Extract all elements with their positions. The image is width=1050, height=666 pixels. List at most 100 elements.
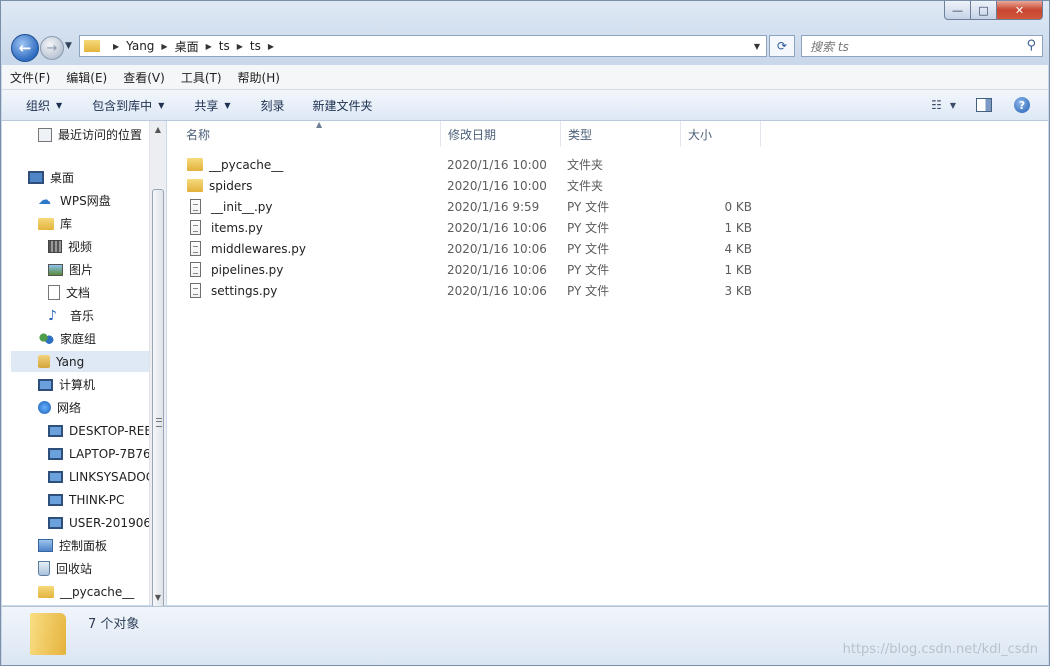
scroll-up-icon[interactable]: ▲ xyxy=(150,121,166,137)
share-label: 共享 xyxy=(194,98,219,113)
chevron-down-icon[interactable]: ▼ xyxy=(950,101,956,110)
share-button[interactable]: 共享 ▼ xyxy=(176,97,242,114)
arrow-left-icon: ← xyxy=(18,39,32,57)
file-size: 4 KB xyxy=(724,241,752,256)
nav-item[interactable]: 家庭组 xyxy=(38,328,96,349)
file-type: PY 文件 xyxy=(567,242,610,256)
file-row[interactable]: middlewares.py 2020/1/16 10:06 PY 文件 4 KB xyxy=(185,238,805,259)
breadcrumb-item[interactable]: ts xyxy=(250,39,261,53)
file-icon xyxy=(190,283,201,298)
nav-item[interactable]: DESKTOP-REE xyxy=(48,420,152,441)
nav-item[interactable]: 控制面板 xyxy=(38,535,107,556)
chevron-right-icon[interactable]: ▶ xyxy=(268,42,274,51)
scrollbar-thumb[interactable] xyxy=(152,189,164,641)
help-icon[interactable]: ? xyxy=(1014,97,1030,113)
maximize-button[interactable]: □ xyxy=(971,1,997,20)
menu-file[interactable]: 文件(F) xyxy=(2,69,58,86)
column-size-label: 大小 xyxy=(688,127,713,142)
nav-item[interactable]: 库 xyxy=(38,213,72,234)
forward-button[interactable]: → xyxy=(40,36,64,60)
file-type: 文件夹 xyxy=(567,179,604,193)
file-row[interactable]: __init__.py 2020/1/16 9:59 PY 文件 0 KB xyxy=(185,196,805,217)
nav-item-label: 文档 xyxy=(66,286,91,300)
file-date: 2020/1/16 9:59 xyxy=(447,199,540,214)
nav-item[interactable]: THINK-PC xyxy=(48,489,124,510)
file-size: 1 KB xyxy=(724,220,752,235)
preview-pane-icon[interactable] xyxy=(976,98,992,112)
file-name-cell: spiders xyxy=(187,179,252,193)
nav-item[interactable]: 计算机 xyxy=(38,374,95,395)
file-row[interactable]: items.py 2020/1/16 10:06 PY 文件 1 KB xyxy=(185,217,805,238)
search-box[interactable]: ⚲ xyxy=(801,35,1043,57)
nav-item[interactable]: 网络 xyxy=(38,397,81,418)
chevron-right-icon[interactable]: ▶ xyxy=(237,42,243,51)
grip-icon xyxy=(156,418,162,427)
file-row[interactable]: __pycache__ 2020/1/16 10:00 文件夹 xyxy=(185,154,805,175)
nav-item[interactable]: 最近访问的位置 xyxy=(38,124,142,145)
library-icon xyxy=(38,217,54,230)
nav-item[interactable]: LAPTOP-7B76 xyxy=(48,443,151,464)
refresh-button[interactable]: ⟳ xyxy=(769,35,795,57)
address-bar[interactable]: ▶ Yang ▶ 桌面 ▶ ts ▶ ts ▶ ▼ xyxy=(79,35,767,57)
search-icon[interactable]: ⚲ xyxy=(1026,38,1036,53)
new-folder-button[interactable]: 新建文件夹 xyxy=(297,97,385,114)
nav-item[interactable]: LINKSYSADOC xyxy=(48,466,154,487)
view-options-icon[interactable]: ☷ xyxy=(931,98,942,112)
chevron-down-icon: ▼ xyxy=(158,100,165,110)
nav-item-label: 回收站 xyxy=(56,562,93,576)
nav-item-label: LAPTOP-7B76 xyxy=(69,446,151,461)
file-row[interactable]: settings.py 2020/1/16 10:06 PY 文件 3 KB xyxy=(185,280,805,301)
column-header-size[interactable]: 大小 xyxy=(681,121,761,147)
nav-item-label: 库 xyxy=(60,217,73,231)
nav-item[interactable]: 图片 xyxy=(48,259,93,280)
column-header-date[interactable]: 修改日期 xyxy=(441,121,561,147)
nav-item-label: 家庭组 xyxy=(60,332,97,346)
nav-scrollbar[interactable]: ▲ ▼ xyxy=(149,121,166,641)
nav-item-label: LINKSYSADOC xyxy=(69,469,155,484)
chevron-right-icon[interactable]: ▶ xyxy=(206,42,212,51)
chevron-down-icon: ▼ xyxy=(56,100,63,110)
menu-view[interactable]: 查看(V) xyxy=(115,69,173,86)
nav-item-label: WPS网盘 xyxy=(60,194,111,208)
chevron-right-icon[interactable]: ▶ xyxy=(113,42,119,51)
video-icon xyxy=(48,240,62,253)
nav-item[interactable]: ☁ WPS网盘 xyxy=(38,190,111,211)
back-button[interactable]: ← xyxy=(11,34,39,62)
breadcrumb-item[interactable]: ts xyxy=(219,39,230,53)
organize-button[interactable]: 组织 ▼ xyxy=(2,97,74,114)
column-header-type[interactable]: 类型 xyxy=(561,121,681,147)
nav-item-label: THINK-PC xyxy=(69,492,125,507)
column-header-name[interactable]: 名称 ▲ xyxy=(179,120,441,147)
include-in-library-button[interactable]: 包含到库中 ▼ xyxy=(74,97,176,114)
recent-places-icon xyxy=(38,127,52,142)
close-button[interactable]: ✕ xyxy=(997,1,1043,20)
explorer-window: — □ ✕ ← → ▼ ▶ Yang ▶ 桌面 ▶ ts ▶ ts ▶ ▼ ⟳ ⚲ 文件(F) … xyxy=(0,0,1050,666)
nav-item[interactable]: Yang xyxy=(11,351,150,372)
menu-edit[interactable]: 编辑(E) xyxy=(58,69,115,86)
file-row[interactable]: spiders 2020/1/16 10:00 文件夹 xyxy=(185,175,805,196)
file-name: __pycache__ xyxy=(209,157,284,172)
nav-item[interactable]: 文档 xyxy=(48,282,90,303)
recent-pages-dropdown[interactable]: ▼ xyxy=(65,41,72,51)
breadcrumb-item[interactable]: 桌面 xyxy=(175,38,199,55)
nav-item[interactable]: 桌面 xyxy=(28,167,74,188)
search-input[interactable] xyxy=(808,37,1012,57)
file-name: spiders xyxy=(209,178,253,193)
file-row[interactable]: pipelines.py 2020/1/16 10:06 PY 文件 1 KB xyxy=(185,259,805,280)
breadcrumb-item[interactable]: Yang xyxy=(126,39,154,53)
view-controls: ☷ ▼ ? xyxy=(931,90,1048,120)
nav-item[interactable]: 回收站 xyxy=(38,558,92,579)
nav-item[interactable]: 视频 xyxy=(48,236,92,257)
chevron-right-icon[interactable]: ▶ xyxy=(161,42,167,51)
folder-icon xyxy=(187,179,203,192)
nav-item[interactable]: ♪ 音乐 xyxy=(48,305,94,326)
chevron-down-icon[interactable]: ▼ xyxy=(754,42,760,51)
nav-item[interactable]: USER-201906 xyxy=(48,512,151,533)
file-icon xyxy=(190,241,201,256)
menu-help[interactable]: 帮助(H) xyxy=(230,69,288,86)
nav-item[interactable]: __pycache__ xyxy=(38,581,134,602)
minimize-button[interactable]: — xyxy=(944,1,971,20)
burn-button[interactable]: 刻录 xyxy=(243,97,297,114)
scroll-down-icon[interactable]: ▼ xyxy=(150,589,166,605)
menu-tools[interactable]: 工具(T) xyxy=(173,69,230,86)
